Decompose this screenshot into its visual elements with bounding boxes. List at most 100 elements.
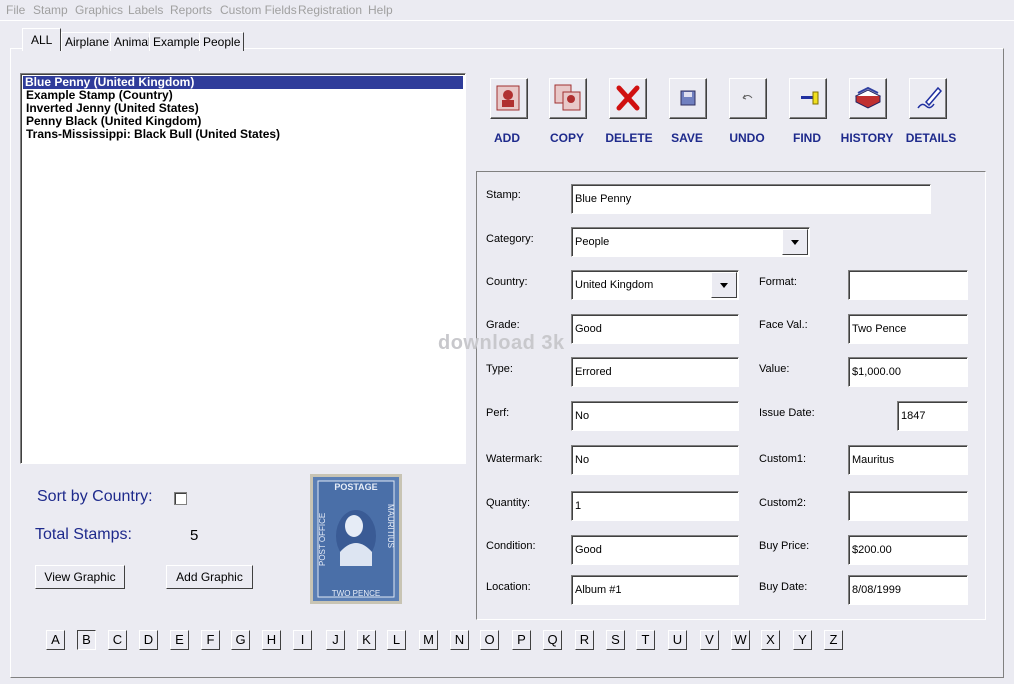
undo-arrow-icon xyxy=(742,94,753,100)
stamp-top-text: POSTAGE xyxy=(334,482,377,492)
total-stamps-label: Total Stamps: xyxy=(35,526,132,543)
menu-stamp[interactable]: Stamp xyxy=(33,3,68,17)
stamp-listbox[interactable]: Blue Penny (United Kingdom) Example Stam… xyxy=(20,73,466,464)
quantity-label: Quantity: xyxy=(486,497,531,509)
save-button[interactable] xyxy=(669,78,707,119)
delete-x-icon xyxy=(616,85,640,111)
stamp-name-field[interactable]: Blue Penny xyxy=(571,184,931,214)
copy-button[interactable] xyxy=(549,78,587,119)
letter-button-k[interactable]: K xyxy=(357,630,376,650)
stamp-add-icon xyxy=(496,85,520,111)
letter-button-g[interactable]: G xyxy=(231,630,250,650)
stamp-bottom-text: TWO PENCE xyxy=(332,589,380,598)
letter-button-r[interactable]: R xyxy=(575,630,594,650)
buy-price-label: Buy Price: xyxy=(759,540,810,552)
letter-button-q[interactable]: Q xyxy=(543,630,562,650)
chevron-down-icon[interactable] xyxy=(711,272,737,298)
stamp-left-text: POST OFFICE xyxy=(318,513,327,566)
sort-by-country-label: Sort by Country: xyxy=(37,488,153,505)
letter-button-h[interactable]: H xyxy=(262,630,281,650)
face-value-field[interactable]: Two Pence xyxy=(848,314,968,344)
download3k-watermark: download 3k xyxy=(438,332,565,354)
issue-date-label: Issue Date: xyxy=(759,407,815,419)
letter-button-c[interactable]: C xyxy=(108,630,127,650)
stamp-copy-icon xyxy=(554,84,581,111)
letter-button-f[interactable]: F xyxy=(201,630,220,650)
letter-button-p[interactable]: P xyxy=(512,630,531,650)
delete-button[interactable] xyxy=(609,78,647,119)
letter-button-i[interactable]: I xyxy=(293,630,312,650)
total-stamps-count: 5 xyxy=(190,527,199,544)
watermark-field[interactable]: No xyxy=(571,445,739,475)
buy-date-field[interactable]: 8/08/1999 xyxy=(848,575,968,605)
add-button[interactable] xyxy=(490,78,528,119)
custom1-field[interactable]: Mauritus xyxy=(848,445,968,475)
menu-custom-fields[interactable]: Custom Fields xyxy=(220,3,297,17)
face-value-label: Face Val.: xyxy=(759,319,808,331)
list-item[interactable]: Trans-Mississippi: Black Bull (United St… xyxy=(24,128,282,141)
type-field[interactable]: Errored xyxy=(571,357,739,387)
tab-all[interactable]: ALL xyxy=(22,28,62,51)
menu-graphics[interactable]: Graphics xyxy=(75,3,123,17)
sort-by-country-checkbox[interactable] xyxy=(174,492,187,505)
grade-label: Grade: xyxy=(486,319,520,331)
letter-button-o[interactable]: O xyxy=(480,630,499,650)
perf-label: Perf: xyxy=(486,407,510,419)
condition-field[interactable]: Good xyxy=(571,535,739,565)
issue-date-field[interactable]: 1847 xyxy=(897,401,968,431)
letter-button-w[interactable]: W xyxy=(731,630,750,650)
tab-animal[interactable]: Animal xyxy=(110,32,155,51)
menu-labels[interactable]: Labels xyxy=(128,3,163,17)
history-button[interactable] xyxy=(849,78,887,119)
menu-file[interactable]: File xyxy=(6,3,25,17)
chevron-down-icon[interactable] xyxy=(782,229,808,255)
menu-registration[interactable]: Registration xyxy=(298,3,362,17)
perf-field[interactable]: No xyxy=(571,401,739,431)
grade-field[interactable]: Good xyxy=(571,314,739,344)
letter-button-y[interactable]: Y xyxy=(793,630,812,650)
letter-button-d[interactable]: D xyxy=(139,630,158,650)
watermark-label: Watermark: xyxy=(486,453,543,465)
country-label: Country: xyxy=(486,276,528,288)
find-button[interactable] xyxy=(789,78,827,119)
details-label: DETAILS xyxy=(905,131,957,145)
menu-bar: File Stamp Graphics Labels Reports Custo… xyxy=(0,0,1014,21)
pen-details-icon xyxy=(917,86,942,109)
letter-button-e[interactable]: E xyxy=(170,630,189,650)
tab-example[interactable]: Example xyxy=(149,32,204,51)
buy-price-field[interactable]: $200.00 xyxy=(848,535,968,565)
letter-button-x[interactable]: X xyxy=(761,630,780,650)
letter-button-b[interactable]: B xyxy=(77,630,96,650)
value-field[interactable]: $1,000.00 xyxy=(848,357,968,387)
quantity-field[interactable]: 1 xyxy=(571,491,739,521)
letter-button-n[interactable]: N xyxy=(450,630,469,650)
letter-button-z[interactable]: Z xyxy=(824,630,843,650)
buy-date-label: Buy Date: xyxy=(759,581,808,593)
letter-button-t[interactable]: T xyxy=(636,630,655,650)
key-find-icon xyxy=(801,91,819,105)
location-label: Location: xyxy=(486,581,531,593)
letter-button-a[interactable]: A xyxy=(46,630,65,650)
floppy-disk-icon xyxy=(680,90,696,106)
format-field[interactable] xyxy=(848,270,968,300)
stamp-right-text: MAURITIUS xyxy=(386,504,395,548)
details-button[interactable] xyxy=(909,78,947,119)
custom2-field[interactable] xyxy=(848,491,968,521)
menu-reports[interactable]: Reports xyxy=(170,3,212,17)
location-field[interactable]: Album #1 xyxy=(571,575,739,605)
tab-people[interactable]: People xyxy=(199,32,245,51)
menu-help[interactable]: Help xyxy=(368,3,393,17)
letter-button-m[interactable]: M xyxy=(419,630,438,650)
undo-button[interactable] xyxy=(729,78,767,119)
add-graphic-button[interactable]: Add Graphic xyxy=(166,565,253,589)
view-graphic-button[interactable]: View Graphic xyxy=(35,565,125,589)
letter-button-j[interactable]: J xyxy=(326,630,345,650)
letter-button-v[interactable]: V xyxy=(700,630,719,650)
tab-airplane[interactable]: Airplane xyxy=(61,32,114,51)
country-select[interactable]: United Kingdom xyxy=(571,270,739,300)
letter-button-s[interactable]: S xyxy=(606,630,625,650)
custom2-label: Custom2: xyxy=(759,497,807,509)
category-select[interactable]: People xyxy=(571,227,810,257)
letter-button-l[interactable]: L xyxy=(387,630,406,650)
letter-button-u[interactable]: U xyxy=(668,630,687,650)
